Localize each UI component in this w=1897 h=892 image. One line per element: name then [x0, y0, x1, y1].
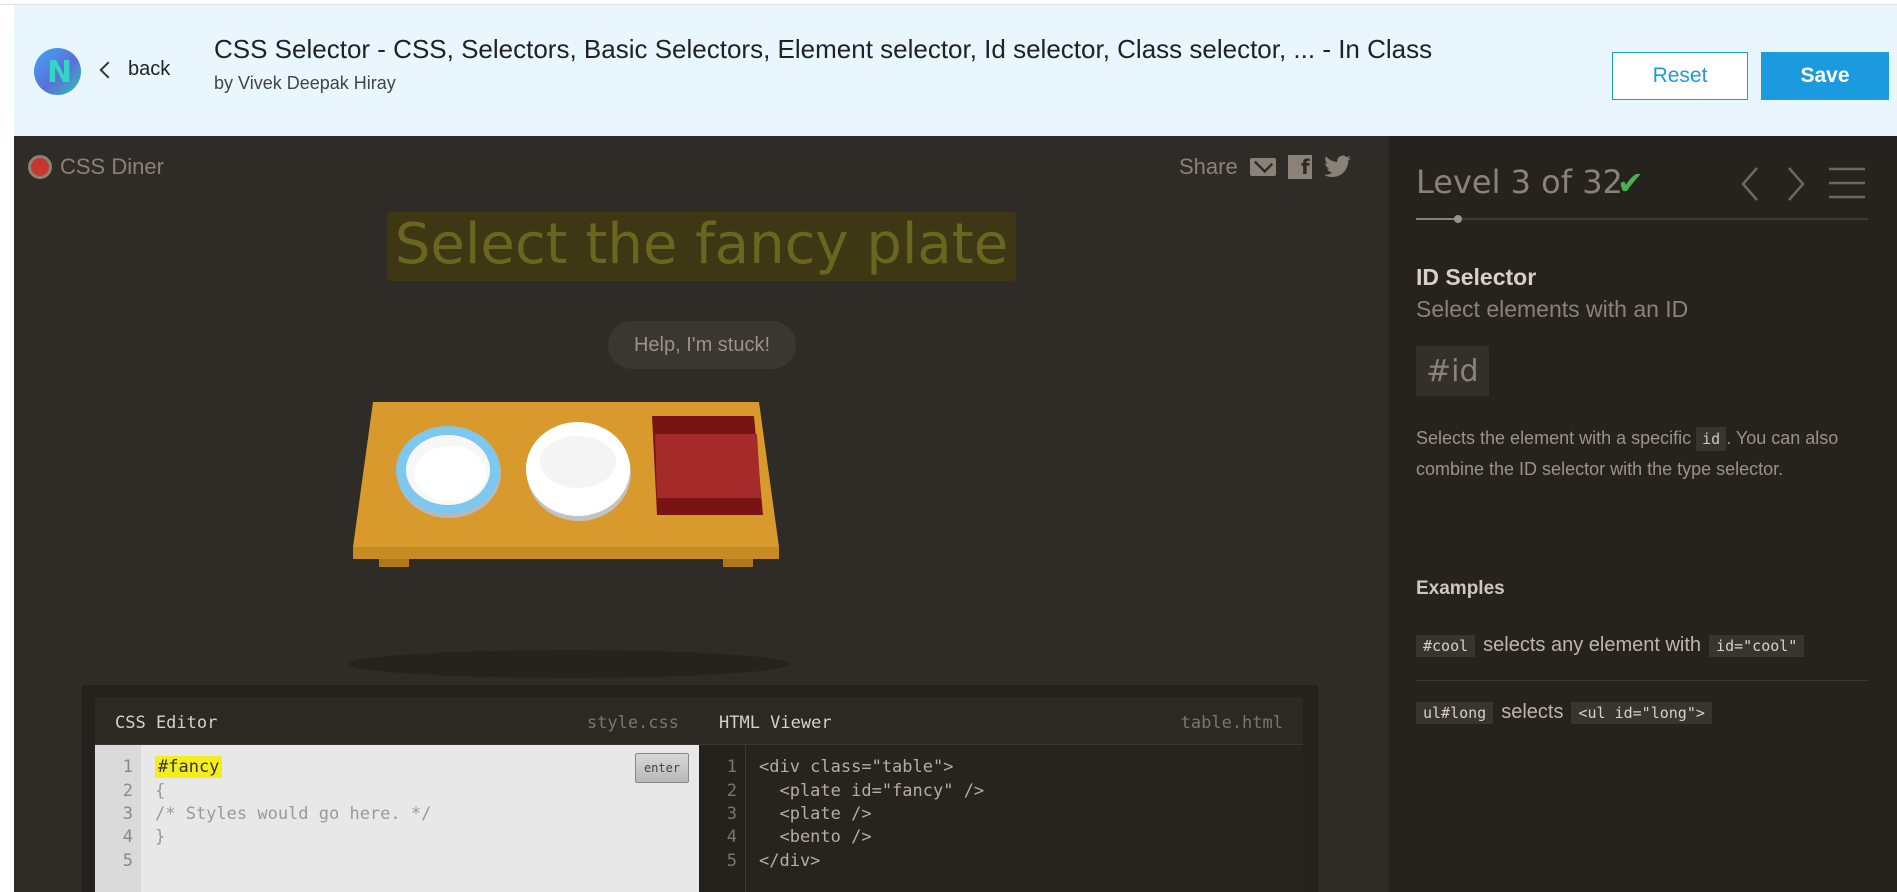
table-item-bento[interactable]: [652, 416, 763, 515]
example-text: selects any element with: [1483, 634, 1702, 656]
html-code-line[interactable]: <plate />: [759, 804, 871, 824]
css-editor-header: CSS Editor style.css: [95, 697, 699, 745]
chevron-left-icon: [99, 61, 117, 78]
share-bar: Share f: [1179, 154, 1354, 180]
table-item-plate[interactable]: [526, 422, 631, 521]
level-sidebar: Level 3 of 32 ✔ ID Selector Select eleme…: [1389, 136, 1897, 892]
line-number: 4: [726, 827, 737, 847]
arrow-left-icon[interactable]: [1735, 166, 1769, 202]
diner-logo-icon: [28, 155, 52, 179]
html-viewer-title: HTML Viewer: [719, 713, 832, 733]
reset-button[interactable]: Reset: [1612, 52, 1748, 100]
css-code-line: {: [155, 781, 166, 801]
line-number: 1: [122, 757, 133, 777]
example-item: #cool selects any element with id="cool": [1416, 634, 1805, 657]
css-editor-title: CSS Editor: [115, 713, 218, 733]
divider: [1416, 680, 1868, 681]
help-button[interactable]: Help, I'm stuck!: [608, 321, 796, 369]
order-heading: Select the fancy plate: [386, 212, 1017, 281]
line-number: 5: [122, 851, 133, 871]
order-heading-wrap: Select the fancy plate: [14, 212, 1389, 281]
css-input-line[interactable]: #fancy: [155, 756, 223, 778]
menu-icon[interactable]: [1829, 166, 1865, 200]
css-line-gutter: 1 2 3 4 5: [95, 745, 141, 892]
html-code-line[interactable]: <bento />: [759, 827, 871, 847]
line-number: 1: [726, 757, 737, 777]
back-label: back: [128, 58, 171, 80]
css-editor: CSS Editor style.css 1 2 3 4 5 #fancy { …: [95, 697, 699, 892]
example-code: id="cool": [1709, 634, 1805, 657]
logo-icon[interactable]: N: [34, 48, 81, 95]
level-progress-knob[interactable]: [1454, 215, 1463, 223]
example-code: <ul id="long">: [1571, 701, 1712, 724]
html-viewer-header: HTML Viewer table.html: [699, 697, 1303, 745]
share-label: Share: [1179, 154, 1238, 179]
html-code-line[interactable]: <plate id="fancy" />: [759, 781, 984, 801]
example-text: selects: [1501, 701, 1564, 723]
save-button[interactable]: Save: [1761, 52, 1889, 100]
line-number: 3: [726, 804, 737, 824]
level-progress-bar[interactable]: [1416, 215, 1868, 223]
example-code: ul#long: [1416, 701, 1494, 724]
facebook-icon[interactable]: f: [1287, 155, 1312, 179]
twitter-icon[interactable]: [1323, 155, 1354, 179]
html-viewer-body: 1 2 3 4 5 <div class="table"> <plate id=…: [699, 745, 1303, 892]
hint-code: id: [1696, 427, 1727, 451]
selector-hint: Selects the element with a specific id. …: [1416, 423, 1866, 485]
logo-letter: N: [47, 55, 73, 90]
mail-icon[interactable]: [1249, 158, 1276, 176]
level-progress-fill: [1416, 218, 1459, 220]
arrow-right-icon[interactable]: [1779, 166, 1813, 202]
hint-text: Selects the element with a specific: [1416, 428, 1697, 448]
author-line: by Vivek Deepak Hiray: [214, 73, 396, 93]
table-illustration: [349, 402, 789, 678]
html-code-line: </div>: [759, 851, 821, 871]
back-button[interactable]: back: [98, 58, 170, 81]
html-code-line[interactable]: <div class="table">: [759, 757, 953, 777]
css-editor-file: style.css: [586, 713, 679, 733]
selector-name: ID Selector: [1416, 264, 1537, 290]
brand-name: CSS Diner: [60, 154, 164, 179]
line-number: 2: [122, 781, 133, 801]
line-number: 3: [122, 804, 133, 824]
css-code-line: }: [155, 827, 166, 847]
selector-title: Select elements with an ID: [1416, 296, 1689, 322]
html-line-gutter: 1 2 3 4 5: [699, 745, 746, 892]
examples-heading: Examples: [1416, 578, 1505, 599]
checkmark-icon: ✔: [1617, 165, 1644, 201]
page-title: CSS Selector - CSS, Selectors, Basic Sel…: [214, 34, 1433, 64]
selector-syntax: #id: [1416, 346, 1489, 396]
example-item: ul#long selects <ul id="long">: [1416, 701, 1712, 724]
editor-panel: CSS Editor style.css 1 2 3 4 5 #fancy { …: [82, 685, 1318, 892]
line-number: 4: [122, 827, 133, 847]
css-code-line: /* Styles would go here. */: [155, 804, 432, 824]
enter-button[interactable]: enter: [635, 753, 689, 783]
html-viewer: HTML Viewer table.html 1 2 3 4 5 <div cl…: [699, 697, 1303, 892]
level-indicator: Level 3 of 32: [1416, 163, 1623, 201]
app-header: N back CSS Selector - CSS, Selectors, Ba…: [14, 5, 1897, 136]
css-selector-input[interactable]: #fancy: [155, 756, 223, 778]
css-editor-body[interactable]: 1 2 3 4 5 #fancy { /* Styles would go he…: [95, 745, 699, 892]
table-item-fancy-plate[interactable]: [396, 426, 501, 518]
brand[interactable]: CSS Diner: [28, 154, 164, 180]
html-viewer-file: table.html: [1180, 713, 1283, 733]
game-area: CSS Diner Share f Select the fancy plate…: [14, 136, 1389, 892]
line-number: 2: [726, 781, 737, 801]
example-code: #cool: [1416, 634, 1476, 657]
line-number: 5: [726, 851, 737, 871]
